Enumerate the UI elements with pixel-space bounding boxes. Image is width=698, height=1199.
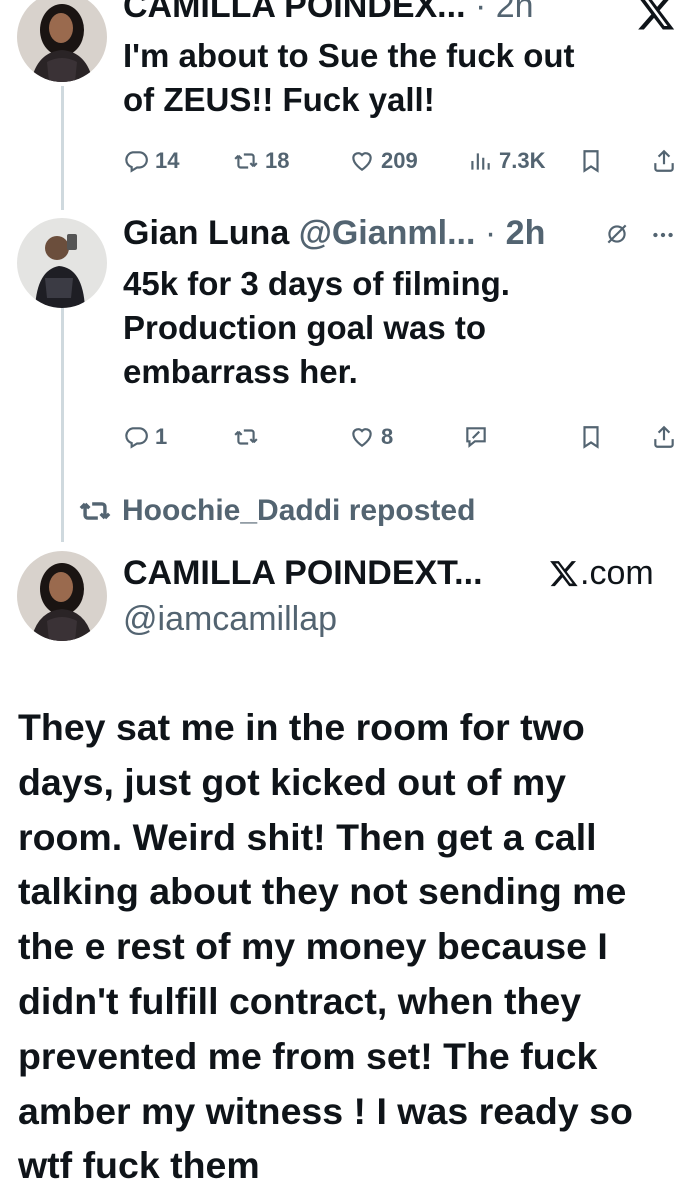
bookmark-icon bbox=[583, 426, 599, 449]
view-count: 7.3K bbox=[499, 148, 546, 173]
repost-count: 18 bbox=[265, 148, 290, 173]
author-name[interactable]: CAMILLA POINDEXT... bbox=[123, 552, 483, 594]
bookmark-button[interactable] bbox=[578, 141, 604, 181]
reply-count: 14 bbox=[155, 148, 180, 173]
share-button[interactable] bbox=[651, 417, 677, 457]
share-icon bbox=[654, 149, 674, 172]
grok-explain-button[interactable] bbox=[463, 417, 489, 457]
reply-count: 1 bbox=[155, 424, 168, 449]
views-icon bbox=[471, 153, 490, 170]
share-icon bbox=[654, 425, 674, 448]
tweet-text: I'm about to Sue the fuck out of ZEUS!! … bbox=[123, 37, 575, 118]
avatar[interactable] bbox=[17, 218, 107, 308]
author-name[interactable]: Gian Luna bbox=[123, 214, 289, 252]
tweet-time[interactable]: 2h bbox=[496, 0, 534, 25]
thread-connector bbox=[61, 86, 64, 210]
tweet-header: Gian Luna @Gianml... · 2h bbox=[123, 214, 546, 252]
like-button[interactable]: 8 bbox=[349, 417, 393, 457]
reply-icon bbox=[125, 427, 148, 449]
source-domain: .com bbox=[580, 554, 654, 592]
x-logo-icon bbox=[638, 0, 675, 30]
reply-button[interactable]: 14 bbox=[123, 141, 179, 181]
like-count: 8 bbox=[381, 424, 394, 449]
author-handle[interactable]: @iamcamillap bbox=[123, 598, 337, 640]
tweet-text: 45k for 3 days of filming. Production go… bbox=[123, 265, 510, 390]
share-button[interactable] bbox=[651, 141, 677, 181]
reply-icon bbox=[125, 151, 148, 173]
repost-icon bbox=[79, 502, 111, 520]
like-count: 209 bbox=[381, 148, 418, 173]
repost-button[interactable] bbox=[233, 417, 259, 457]
like-icon bbox=[352, 428, 372, 447]
repost-icon bbox=[234, 153, 258, 169]
repost-button[interactable]: 18 bbox=[233, 141, 289, 181]
avatar[interactable] bbox=[17, 551, 107, 641]
avatar[interactable] bbox=[17, 0, 107, 82]
grok-explain-icon bbox=[466, 427, 486, 448]
bookmark-icon bbox=[583, 150, 599, 173]
more-icon[interactable] bbox=[650, 222, 676, 248]
views-button[interactable]: 7.3K bbox=[467, 141, 545, 181]
author-handle[interactable]: @Gianml... bbox=[299, 214, 476, 252]
like-icon bbox=[352, 152, 372, 171]
thread-screenshot: CAMILLA POINDEX... · 2h I'm about to Sue… bbox=[0, 0, 698, 1199]
like-button[interactable]: 209 bbox=[349, 141, 418, 181]
reply-button[interactable]: 1 bbox=[123, 417, 167, 457]
x-logo-icon bbox=[550, 561, 578, 587]
thread-connector bbox=[61, 306, 64, 542]
repost-indicator[interactable]: Hoochie_Daddi reposted bbox=[78, 494, 475, 528]
post-text: They sat me in the room for two days, ju… bbox=[18, 706, 633, 1187]
bookmark-button[interactable] bbox=[578, 417, 604, 457]
tweet-actions: 1 8 bbox=[123, 417, 683, 457]
author-name[interactable]: CAMILLA POINDEX... bbox=[123, 0, 466, 25]
tweet-actions: 14 18 209 7.3K bbox=[123, 141, 683, 181]
tweet-time[interactable]: 2h bbox=[506, 214, 546, 252]
repost-icon bbox=[234, 429, 258, 445]
tweet-header: CAMILLA POINDEX... · 2h bbox=[123, 0, 534, 26]
grok-icon[interactable] bbox=[604, 221, 630, 247]
source-link[interactable]: .com bbox=[549, 552, 654, 594]
repost-label: Hoochie_Daddi reposted bbox=[122, 494, 476, 527]
